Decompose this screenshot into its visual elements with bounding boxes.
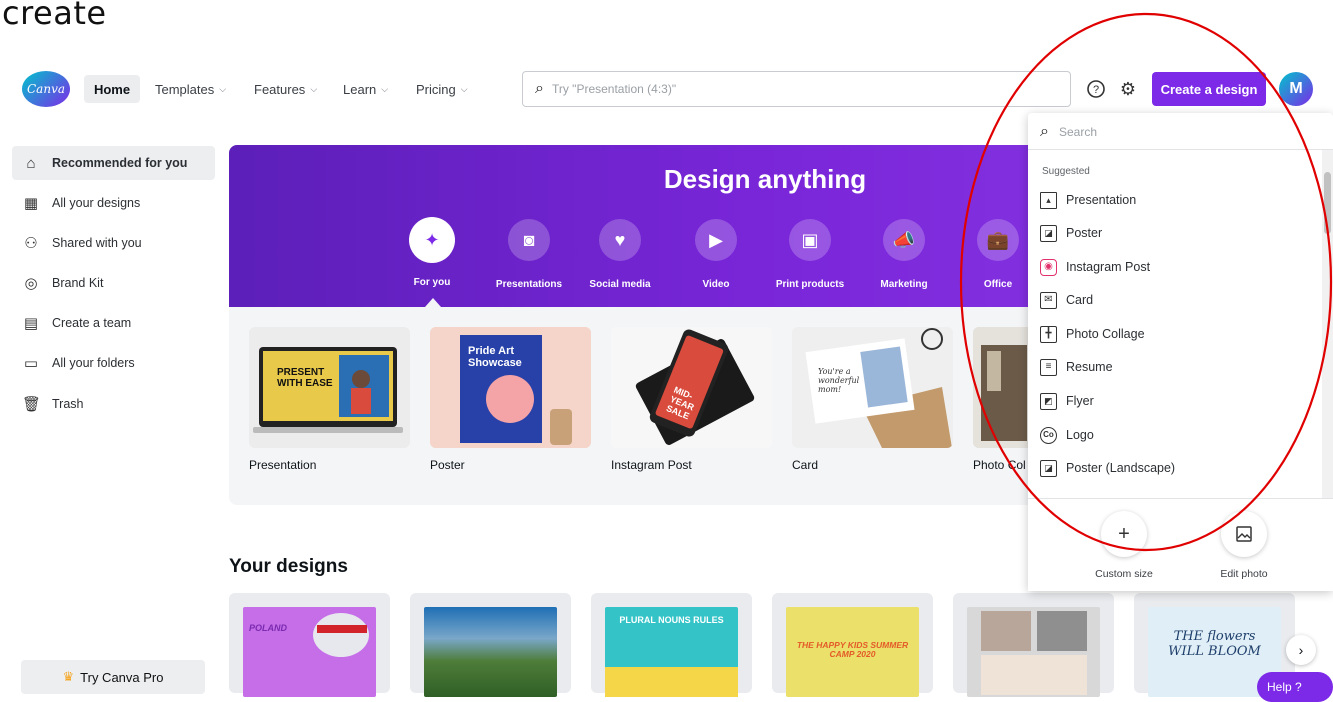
chevron-down-icon: ⌵ — [381, 83, 389, 94]
card-label: Instagram Post — [611, 458, 692, 472]
sidebar-item-create-team[interactable]: ▤ Create a team — [12, 306, 215, 340]
design-thumb — [967, 607, 1100, 697]
design-thumb-art — [313, 613, 369, 657]
sidebar-item-shared[interactable]: ⚇ Shared with you — [12, 226, 215, 260]
nav-pricing-label: Pricing — [416, 81, 456, 97]
category-label: Social media — [589, 279, 651, 290]
presentation-thumb-text: PRESENT WITH EASE — [277, 367, 333, 389]
brand-icon: ◎ — [24, 275, 38, 292]
category-video[interactable]: ▶ Video — [670, 219, 762, 290]
card-instagram-thumb[interactable]: MID-YEAR SALE — [611, 327, 772, 448]
hero-title: Design anything — [663, 164, 867, 194]
try-pro-label: Try Canva Pro — [80, 669, 164, 685]
category-label: Video — [702, 279, 730, 290]
custom-size-label: Custom size — [1095, 568, 1153, 580]
sidebar-item-folders[interactable]: ▭ All your folders — [12, 346, 215, 380]
sidebar-item-all-designs[interactable]: ▦ All your designs — [12, 186, 215, 220]
design-thumb-text: PLURAL NOUNS RULES — [619, 615, 724, 625]
sidebar-item-label: Brand Kit — [52, 276, 104, 290]
design-thumb-art — [605, 667, 738, 697]
caption-text: create — [2, 0, 107, 32]
card-label: Presentation — [249, 458, 317, 472]
card-label: Poster — [430, 458, 465, 472]
nav-templates[interactable]: Templates ⌵ — [155, 75, 226, 103]
category-label: For you — [413, 277, 451, 288]
nav-features-label: Features — [254, 81, 306, 97]
category-presentations[interactable]: ◙ Presentations — [483, 219, 575, 290]
card-presentation-thumb[interactable]: PRESENT WITH EASE — [249, 327, 410, 448]
nav-home[interactable]: Home — [84, 75, 140, 103]
card-card-thumb[interactable]: You're a wonderful mom! — [792, 327, 953, 448]
design-thumb-art — [981, 655, 1087, 695]
design-thumb-art — [317, 625, 367, 633]
card-poster-thumb[interactable]: Pride Art Showcase — [430, 327, 591, 448]
annotation-red-oval — [959, 12, 1333, 552]
design-thumb-art — [981, 611, 1031, 651]
sidebar-item-label: Shared with you — [52, 236, 142, 250]
sidebar-item-trash[interactable]: 🗑 Trash — [12, 387, 215, 421]
nav-pricing[interactable]: Pricing ⌵ — [416, 75, 468, 103]
people-icon: ⚇ — [24, 235, 38, 252]
print-icon: ▣ — [789, 219, 831, 261]
card-thumb-text: You're a wonderful mom! — [818, 367, 860, 394]
design-thumb: POLAND — [243, 607, 376, 697]
design-card[interactable]: PLURAL NOUNS RULES — [591, 593, 752, 697]
design-thumb-text: THE flowers WILL BLOOM — [1168, 629, 1261, 659]
megaphone-icon: 📣 — [883, 219, 925, 261]
sidebar-item-label: All your folders — [52, 356, 135, 370]
chevron-down-icon: ⌵ — [310, 83, 318, 94]
category-label: Presentations — [495, 279, 563, 290]
design-thumb — [424, 607, 557, 697]
category-social-media[interactable]: ♥ Social media — [574, 219, 666, 290]
presentation-icon: ◙ — [508, 219, 550, 261]
home-icon: ⌂ — [26, 154, 36, 172]
design-card[interactable] — [953, 593, 1114, 697]
design-card[interactable]: POLAND — [229, 593, 390, 697]
design-thumb: PLURAL NOUNS RULES — [605, 607, 738, 697]
try-canva-pro-button[interactable]: ♛ Try Canva Pro — [21, 660, 205, 694]
design-thumb-art — [1037, 611, 1087, 651]
category-label: Print products — [775, 279, 845, 290]
design-card[interactable]: THE HAPPY KIDS SUMMER CAMP 2020 — [772, 593, 933, 697]
search-placeholder: Try "Presentation (4:3)" — [551, 82, 677, 96]
heart-icon: ♥ — [599, 219, 641, 261]
crown-icon: ♛ — [62, 669, 75, 684]
poster-thumb-text: Pride Art Showcase — [468, 345, 522, 369]
design-card[interactable] — [410, 593, 571, 697]
edit-photo-label: Edit photo — [1220, 568, 1268, 580]
nav-features[interactable]: Features ⌵ — [254, 75, 317, 103]
help-button[interactable]: Help ? — [1257, 672, 1333, 702]
design-thumb-text: POLAND — [249, 623, 287, 633]
chevron-down-icon: ⌵ — [219, 83, 227, 94]
folder-icon: ▭ — [23, 355, 39, 372]
nav-learn[interactable]: Learn ⌵ — [343, 75, 388, 103]
sidebar-item-label: All your designs — [52, 196, 141, 210]
sparkle-icon: ✦ — [409, 217, 455, 263]
design-thumb: THE HAPPY KIDS SUMMER CAMP 2020 — [786, 607, 919, 697]
category-label: Marketing — [880, 279, 928, 290]
selected-category-caret — [425, 298, 441, 307]
chevron-right-icon[interactable]: › — [1286, 635, 1316, 665]
sidebar-item-brand-kit[interactable]: ◎ Brand Kit — [12, 266, 215, 300]
design-thumb-text: THE HAPPY KIDS SUMMER CAMP 2020 — [796, 640, 909, 659]
nav-templates-label: Templates — [155, 81, 215, 97]
card-label: Card — [792, 458, 819, 472]
sidebar-item-label: Trash — [52, 397, 84, 411]
sidebar-item-label: Create a team — [52, 316, 132, 330]
video-icon: ▶ — [695, 219, 737, 261]
category-print-products[interactable]: ▣ Print products — [764, 219, 856, 290]
category-marketing[interactable]: 📣 Marketing — [858, 219, 950, 290]
sidebar-item-recommended[interactable]: ⌂ Recommended for you — [12, 146, 215, 180]
category-for-you[interactable]: ✦ For you — [386, 217, 478, 288]
nav-learn-label: Learn — [343, 81, 377, 97]
your-designs-title: Your designs — [229, 556, 348, 577]
search-icon: ⌕ — [535, 80, 544, 97]
chevron-down-icon: ⌵ — [460, 83, 468, 94]
grid-icon: ▦ — [23, 195, 39, 212]
team-icon: ▤ — [23, 315, 39, 332]
sidebar-item-label: Recommended for you — [52, 156, 188, 170]
trash-icon: 🗑 — [22, 396, 42, 413]
canva-logo[interactable]: Canva — [22, 71, 70, 107]
